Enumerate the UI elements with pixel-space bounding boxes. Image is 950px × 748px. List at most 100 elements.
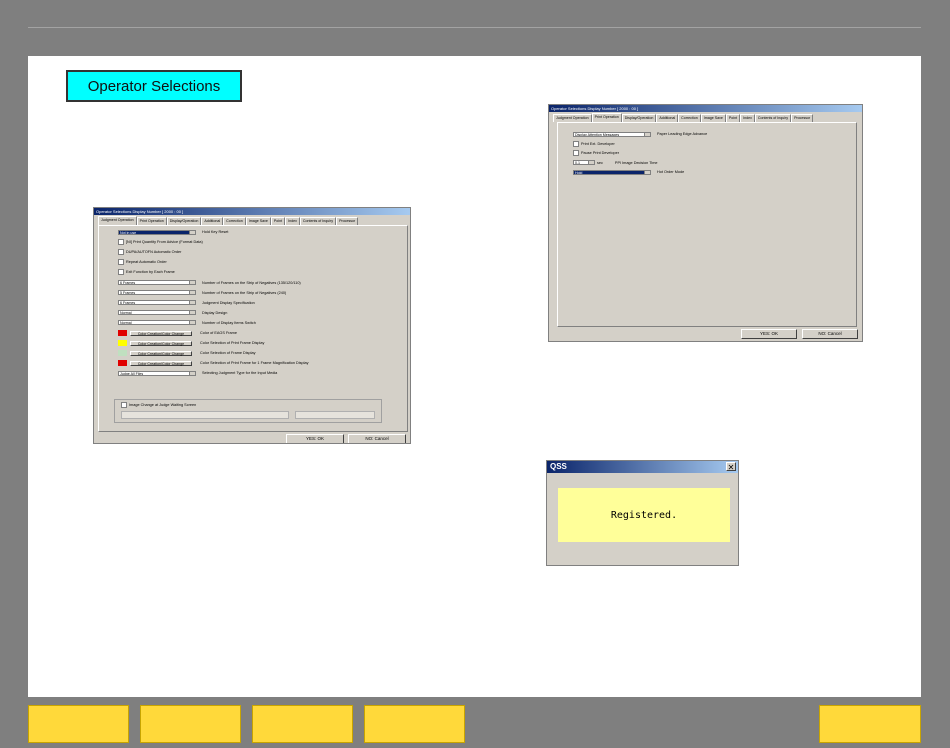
setting-label: Repeat Automatic Order	[126, 260, 167, 265]
setting-row: Color Creation/Color Change Color of EAGS…	[118, 330, 237, 336]
nav-button-2[interactable]	[140, 705, 241, 743]
registered-message: Registered.	[558, 488, 730, 542]
checkbox[interactable]	[573, 140, 579, 147]
ok-button[interactable]: YES: OK	[286, 434, 344, 443]
tab-correction[interactable]: Correction	[678, 114, 701, 122]
color-swatch	[118, 340, 127, 347]
spin-input[interactable]: 0.1	[573, 160, 595, 165]
tab-additional[interactable]: Additional	[201, 217, 224, 225]
image-change-row: Image Change at Judge Waiting Screen	[121, 402, 196, 408]
tab-image-save[interactable]: Image Save	[245, 217, 271, 225]
page-title: Operator Selections	[66, 70, 242, 102]
qss-title: QSS	[550, 462, 567, 471]
color-swatch	[118, 330, 127, 336]
nav-button-5[interactable]	[819, 705, 921, 743]
color-change-button[interactable]: Color Creation/Color Change	[130, 330, 192, 336]
setting-row: Color Creation/Color Change Color Selecti…	[118, 360, 309, 367]
tab-display-operation[interactable]: Display/Operation	[621, 114, 657, 122]
dropdown-select[interactable]: Judge All Files	[118, 370, 196, 376]
dropdown-select[interactable]: Display Attention Messages	[573, 131, 651, 137]
setting-row: Normal Display Design	[118, 310, 227, 316]
tab-index[interactable]: Index	[285, 217, 300, 225]
tab-display-operation[interactable]: Display/Operation	[166, 217, 202, 225]
cancel-button[interactable]: NO: Cancel	[348, 434, 406, 443]
operator-selections-dialog-print: Operator Selections Display Number [ 200…	[548, 104, 863, 342]
tab-judgment-operation[interactable]: Judgment Operation	[98, 216, 137, 225]
setting-row: Repeat Automatic Order	[118, 259, 167, 266]
image-change-checkbox[interactable]	[121, 402, 127, 408]
setting-label: Number of Frames on the Strip of Negativ…	[202, 290, 287, 295]
tab-image-save[interactable]: Image Save	[700, 114, 726, 122]
setting-label: Color of EAGS Frame	[200, 331, 237, 335]
setting-label: Number of Display Items Switch	[202, 320, 256, 325]
nav-button-3[interactable]	[252, 705, 353, 743]
setting-label: [NI] Print Quantity From Advice (Format …	[126, 240, 203, 245]
checkbox[interactable]	[118, 269, 124, 276]
image-change-group: Image Change at Judge Waiting Screen	[114, 399, 382, 423]
image-change-label: Image Change at Judge Waiting Screen	[129, 403, 197, 407]
dropdown-select[interactable]: 6 Frames	[118, 300, 196, 306]
close-icon[interactable]: ✕	[726, 462, 736, 472]
setting-row: DUPA/AUTOFN Automatic Order	[118, 249, 182, 256]
dialog-title-bar: Operator Selections Display Number [ 200…	[94, 208, 410, 215]
tab-print-operation[interactable]: Print Operation	[136, 217, 167, 225]
checkbox[interactable]	[118, 259, 124, 266]
setting-row: Judge All Files Selecting Judgment Type f…	[118, 370, 277, 376]
setting-label: Hot Order Mode	[657, 170, 685, 174]
setting-label: PPI Image Decision Time	[614, 160, 658, 165]
setting-row: Color Creation/Color Change Color Selecti…	[118, 350, 256, 357]
image-change-field-disabled	[121, 411, 289, 419]
setting-label: Pause Print Developer	[581, 151, 619, 155]
setting-row: Print Ext. Developer	[573, 140, 615, 147]
qss-dialog: QSS ✕ Registered.	[546, 460, 739, 566]
color-swatch	[118, 360, 127, 367]
cancel-button[interactable]: NO: Cancel	[802, 329, 858, 339]
setting-label: Paper Leading Edge Advance	[657, 132, 708, 136]
setting-label: Exit Function by Each Frame	[126, 270, 175, 275]
tab-contents-of-inquiry[interactable]: Contents of Inquiry	[299, 217, 337, 225]
checkbox[interactable]	[118, 249, 124, 256]
setting-row: Normal Number of Display Items Switch	[118, 320, 256, 326]
setting-label: DUPA/AUTOFN Automatic Order	[126, 250, 182, 255]
operator-selections-dialog-judgment: Operator Selections Display Number [ 200…	[93, 207, 411, 444]
tab-contents-of-inquiry[interactable]: Contents of Inquiry	[754, 114, 792, 122]
nav-button-1[interactable]	[28, 705, 129, 743]
setting-label: Color Selection of Print Frame for 1 Fra…	[200, 361, 309, 366]
tab-judgment-operation[interactable]: Judgment Operation	[553, 114, 592, 122]
tab-processor[interactable]: Processor	[791, 114, 814, 122]
nav-button-4[interactable]	[364, 705, 465, 743]
setting-row: 6 Frames Judgment Display Specification	[118, 300, 255, 306]
tab-point[interactable]: Point	[725, 114, 741, 122]
setting-label: Judgment Display Specification	[202, 300, 255, 305]
top-divider	[28, 27, 921, 28]
tab-additional[interactable]: Additional	[656, 114, 679, 122]
tab-index[interactable]: Index	[740, 114, 755, 122]
color-swatch	[118, 350, 127, 357]
color-change-button[interactable]: Color Creation/Color Change	[130, 350, 192, 356]
dropdown-select[interactable]: Normal	[118, 320, 196, 326]
dropdown-select[interactable]: Normal	[118, 310, 196, 316]
tab-correction[interactable]: Correction	[223, 217, 246, 225]
dropdown-select[interactable]: 6 Frames	[118, 280, 196, 285]
color-change-button[interactable]: Color Creation/Color Change	[130, 360, 192, 366]
checkbox[interactable]	[118, 239, 124, 246]
setting-label: Selecting Judgment Type for the Input Me…	[202, 371, 278, 376]
setting-label: Color Selection of Frame Display	[200, 351, 256, 356]
setting-label: Hold Key Reset	[202, 230, 229, 234]
ok-button[interactable]: YES: OK	[741, 329, 797, 339]
image-change-button-disabled	[295, 411, 375, 419]
setting-row: [NI] Print Quantity From Advice (Format …	[118, 239, 203, 246]
dropdown-select[interactable]: Hold	[573, 169, 651, 175]
dropdown-select[interactable]: 5 Frames	[118, 290, 196, 296]
checkbox[interactable]	[573, 150, 579, 156]
setting-row: Exit Function by Each Frame	[118, 269, 175, 276]
unit-label: sec	[597, 160, 603, 165]
color-change-button[interactable]: Color Creation/Color Change	[130, 340, 192, 346]
setting-row: 6 Frames Number of Frames on the Strip of…	[118, 280, 301, 286]
tab-strip: Judgment Operation Print Operation Display…	[549, 113, 862, 122]
tab-processor[interactable]: Processor	[336, 217, 359, 225]
tab-point[interactable]: Point	[270, 217, 286, 225]
dropdown-select[interactable]: Not in use	[118, 229, 196, 235]
tab-print-operation[interactable]: Print Operation	[591, 113, 622, 122]
setting-row: 0.1 sec PPI Image Decision Time	[573, 160, 658, 166]
